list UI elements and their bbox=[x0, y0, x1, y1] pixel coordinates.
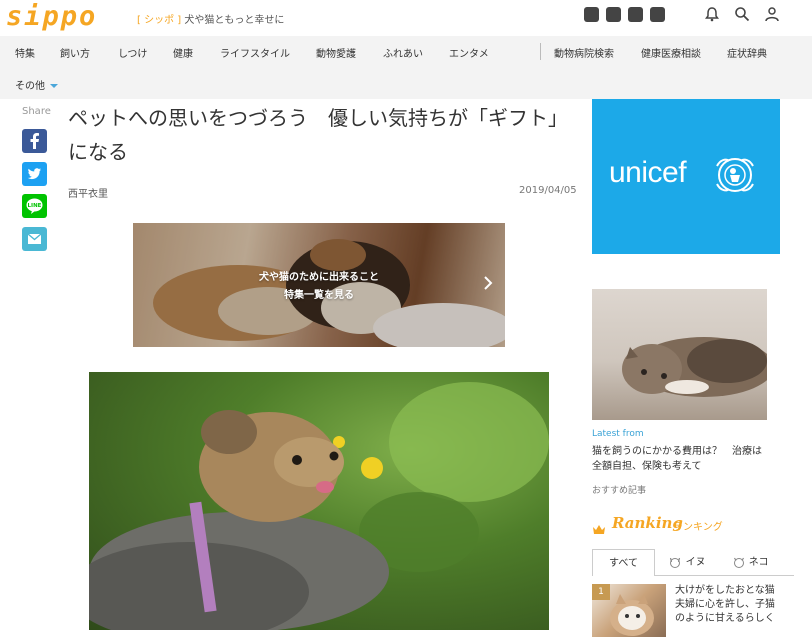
ranking-subheading: ランキング bbox=[673, 522, 723, 533]
tagline-bracket: [ シッポ ] bbox=[137, 15, 182, 26]
facebook-share-icon[interactable] bbox=[22, 129, 47, 153]
tabs-divider bbox=[654, 575, 794, 576]
unicef-wordmark: unicef bbox=[609, 156, 687, 189]
feature-banner[interactable]: 犬や猫のために出来ること 特集一覧を見る bbox=[133, 223, 505, 347]
nav-item-shitsuke[interactable]: しつけ bbox=[118, 45, 147, 60]
chevron-right-icon[interactable] bbox=[483, 275, 493, 295]
tab-dog-label: イヌ bbox=[685, 557, 706, 568]
nav-item-more[interactable]: その他 bbox=[15, 77, 58, 92]
cat-icon bbox=[733, 557, 744, 568]
site-tagline: [ シッポ ] 犬や猫ともっと幸せに bbox=[137, 11, 284, 26]
article-title: ペットへの思いをつづろう 優しい気持ちが「ギフト」になる bbox=[68, 106, 568, 164]
twitter-icon[interactable] bbox=[606, 7, 621, 22]
line-share-icon[interactable]: LINE bbox=[22, 194, 47, 218]
latest-article-title[interactable]: 猫を飼うのにかかる費用は？ 治療は全額自担、保険も考えて bbox=[592, 444, 768, 474]
share-label: Share bbox=[22, 106, 51, 117]
nav-item-entame[interactable]: エンタメ bbox=[449, 45, 489, 60]
crown-icon bbox=[592, 519, 606, 534]
header-social-links bbox=[584, 7, 665, 22]
article-date: 2019/04/05 bbox=[519, 185, 577, 196]
banner-line-2: 特集一覧を見る bbox=[284, 290, 354, 301]
banner-line-1: 犬や猫のために出来ること bbox=[259, 272, 379, 283]
tab-cat[interactable]: ネコ bbox=[727, 549, 773, 576]
sidebar-cat-photo[interactable] bbox=[592, 289, 767, 420]
tab-all[interactable]: すべて bbox=[592, 549, 655, 576]
search-icon[interactable] bbox=[734, 6, 750, 22]
ranking-number-badge: 1 bbox=[592, 584, 610, 600]
site-logo[interactable]: sippo bbox=[6, 1, 97, 32]
header-utility-icons bbox=[704, 6, 780, 22]
tab-dog[interactable]: イヌ bbox=[664, 549, 710, 576]
nav-more-label: その他 bbox=[15, 81, 45, 92]
nav-item-medical-consult[interactable]: 健康医療相談 bbox=[641, 45, 701, 60]
ranking-item-title: 大けがをしたおとな猫 夫婦に心を許し、子猫のように甘えるらしく bbox=[675, 585, 785, 624]
recommend-label: おすすめ記事 bbox=[592, 486, 647, 496]
chevron-down-icon bbox=[50, 84, 58, 88]
youtube-icon[interactable] bbox=[650, 7, 665, 22]
nav-divider bbox=[540, 43, 541, 60]
nav-item-kenko[interactable]: 健康 bbox=[173, 45, 193, 60]
mail-share-icon[interactable] bbox=[22, 227, 47, 251]
svg-text:LINE: LINE bbox=[28, 203, 42, 209]
nav-item-tokushu[interactable]: 特集 bbox=[15, 45, 35, 60]
facebook-icon[interactable] bbox=[584, 7, 599, 22]
twitter-share-icon[interactable] bbox=[22, 162, 47, 186]
ranking-item[interactable]: 1 大けがをしたおとな猫 夫婦に心を許し、子猫のように甘えるらしく bbox=[592, 584, 798, 637]
nav-item-fureai[interactable]: ふれあい bbox=[383, 45, 423, 60]
user-icon[interactable] bbox=[764, 6, 780, 22]
tagline-text: 犬や猫ともっと幸せに bbox=[181, 15, 285, 26]
article-main-photo bbox=[89, 372, 549, 630]
nav-item-kaikata[interactable]: 飼い方 bbox=[60, 45, 90, 60]
site-header: sippo [ シッポ ] 犬や猫ともっと幸せに bbox=[0, 0, 812, 36]
article-author[interactable]: 西平衣里 bbox=[68, 185, 108, 200]
unicef-globe-icon bbox=[714, 156, 756, 194]
instagram-icon[interactable] bbox=[628, 7, 643, 22]
notification-bell-icon[interactable] bbox=[704, 6, 720, 22]
nav-item-symptom-dictionary[interactable]: 症状辞典 bbox=[727, 45, 767, 60]
banner-text: 犬や猫のために出来ること 特集一覧を見る bbox=[133, 269, 505, 305]
latest-from-label: Latest from bbox=[592, 429, 644, 439]
nav-item-lifestyle[interactable]: ライフスタイル bbox=[220, 45, 290, 60]
dog-icon bbox=[670, 557, 681, 568]
tab-cat-label: ネコ bbox=[748, 557, 769, 568]
nav-item-aigo[interactable]: 動物愛護 bbox=[316, 45, 356, 60]
main-nav: 特集 飼い方 しつけ 健康 ライフスタイル 動物愛護 ふれあい エンタメ 動物病… bbox=[0, 36, 812, 99]
nav-item-hospital-search[interactable]: 動物病院検索 bbox=[554, 45, 614, 60]
